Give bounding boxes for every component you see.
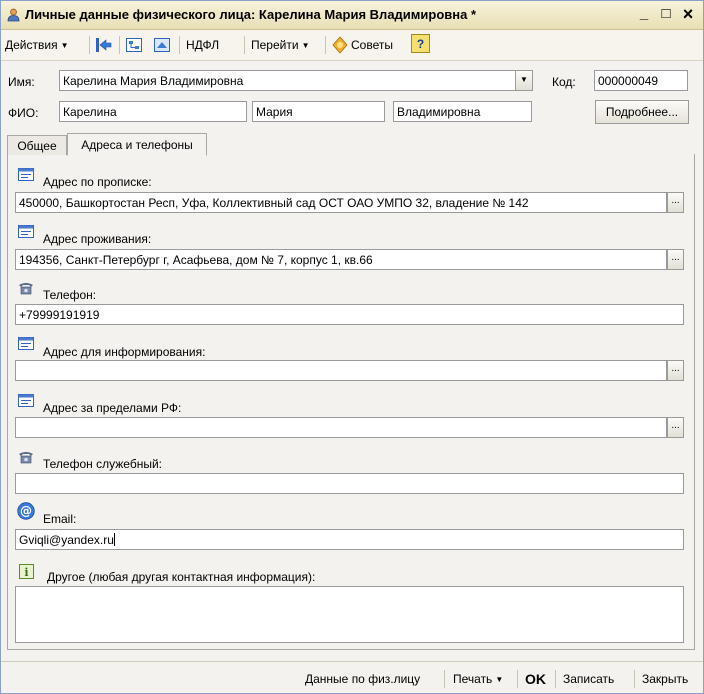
- live-address-input[interactable]: 194356, Санкт-Петербург г, Асафьева, дом…: [15, 249, 667, 270]
- tips-label: Советы: [351, 38, 393, 52]
- minimize-button[interactable]: _: [635, 5, 653, 23]
- address-card-icon: [18, 394, 34, 407]
- address-card-icon: [18, 337, 34, 350]
- tips-lightbulb-icon: [332, 36, 348, 54]
- bottom-action-bar: Данные по физ.лицу Печать ▼ OK Записать З…: [1, 661, 703, 693]
- statusbar-separator: [444, 670, 445, 688]
- foreign-address-label: Адрес за пределами РФ:: [43, 401, 182, 415]
- dropdown-arrow-icon: ▼: [495, 675, 504, 684]
- window: Личные данные физического лица: Карелина…: [0, 0, 704, 694]
- toolbar: Действия ▼ НДФЛ Перейти ▼ Советы ?: [1, 30, 703, 61]
- window-title: Личные данные физического лица: Карелина…: [25, 7, 477, 22]
- reg-address-select-button[interactable]: ...: [667, 192, 684, 213]
- work-phone-label: Телефон служебный:: [43, 457, 162, 471]
- document-structure-icon[interactable]: [125, 36, 143, 54]
- address-card-icon: [18, 168, 34, 181]
- info-address-select-button[interactable]: ...: [667, 360, 684, 381]
- name-label: Имя:: [8, 75, 35, 89]
- ok-button[interactable]: OK: [525, 670, 546, 688]
- toolbar-separator: [179, 36, 180, 54]
- statusbar-separator: [555, 670, 556, 688]
- statusbar-separator: [517, 670, 518, 688]
- help-button[interactable]: ?: [411, 34, 430, 53]
- title-bar: Личные данные физического лица: Карелина…: [1, 1, 703, 30]
- toolbar-separator: [244, 36, 245, 54]
- text-cursor: [113, 533, 115, 546]
- actions-label: Действия: [5, 38, 58, 52]
- toolbar-separator: [325, 36, 326, 54]
- tab-general[interactable]: Общее: [7, 135, 67, 155]
- telephone-icon: [19, 283, 33, 295]
- address-card-icon: [18, 225, 34, 238]
- reg-address-label: Адрес по прописке:: [43, 175, 152, 189]
- toolbar-separator: [89, 36, 90, 54]
- name-input[interactable]: Карелина Мария Владимировна: [59, 70, 533, 91]
- close-window-button[interactable]: ×: [679, 5, 697, 23]
- linked-documents-icon[interactable]: [153, 36, 171, 54]
- save-button[interactable]: Записать: [563, 670, 614, 688]
- email-label: Email:: [43, 512, 77, 526]
- phone-input[interactable]: +79999191919: [15, 304, 684, 325]
- actions-menu[interactable]: Действия ▼: [5, 35, 69, 55]
- maximize-button[interactable]: □: [657, 5, 675, 23]
- other-label: Другое (любая другая контактная информац…: [47, 570, 316, 584]
- first-name-input[interactable]: Мария: [252, 101, 385, 122]
- close-button[interactable]: Закрыть: [642, 670, 688, 688]
- work-phone-input[interactable]: [15, 473, 684, 494]
- last-name-input[interactable]: Карелина: [59, 101, 247, 122]
- ndfl-button[interactable]: НДФЛ: [186, 35, 219, 55]
- svg-text:@: @: [20, 504, 32, 518]
- live-address-label: Адрес проживания:: [43, 232, 152, 246]
- email-input[interactable]: Gviqli@yandex.ru: [15, 529, 684, 550]
- email-at-icon: @: [17, 502, 35, 520]
- info-address-label: Адрес для информирования:: [43, 345, 206, 359]
- code-label: Код:: [552, 75, 576, 89]
- print-label: Печать: [453, 672, 493, 686]
- details-button[interactable]: Подробнее...: [595, 100, 689, 124]
- name-dropdown-button[interactable]: ▼: [515, 70, 533, 91]
- phone-label: Телефон:: [43, 288, 97, 302]
- info-note-icon: i: [19, 564, 34, 579]
- live-address-select-button[interactable]: ...: [667, 249, 684, 270]
- toolbar-separator: [119, 36, 120, 54]
- middle-name-input[interactable]: Владимировна: [393, 101, 532, 122]
- telephone-icon: [19, 452, 33, 464]
- info-address-input[interactable]: [15, 360, 667, 381]
- person-icon: [7, 8, 20, 22]
- reg-address-input[interactable]: 450000, Башкортостан Респ, Уфа, Коллекти…: [15, 192, 667, 213]
- move-arrow-icon[interactable]: [95, 36, 113, 54]
- tips-button[interactable]: Советы: [331, 35, 393, 55]
- tab-addresses-phones[interactable]: Адреса и телефоны: [67, 133, 207, 156]
- svg-text:i: i: [24, 566, 28, 579]
- person-data-button[interactable]: Данные по физ.лицу: [305, 670, 420, 688]
- foreign-address-select-button[interactable]: ...: [667, 417, 684, 438]
- print-menu[interactable]: Печать ▼: [453, 670, 503, 688]
- fio-label: ФИО:: [8, 106, 39, 120]
- dropdown-arrow-icon: ▼: [60, 41, 69, 50]
- statusbar-separator: [634, 670, 635, 688]
- foreign-address-input[interactable]: [15, 417, 667, 438]
- email-value: Gviqli@yandex.ru: [19, 533, 114, 547]
- code-input[interactable]: 000000049: [594, 70, 688, 91]
- goto-menu[interactable]: Перейти ▼: [251, 35, 309, 55]
- dropdown-arrow-icon: ▼: [301, 41, 310, 50]
- goto-label: Перейти: [251, 38, 299, 52]
- other-textarea[interactable]: [15, 586, 684, 643]
